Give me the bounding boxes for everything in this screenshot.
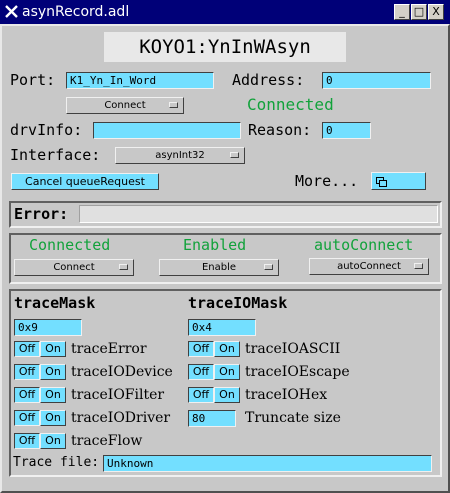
on-button[interactable]: On (40, 433, 66, 449)
trace-error-toggle[interactable]: Off On (14, 341, 66, 357)
maximize-button[interactable]: □ (411, 4, 427, 20)
trace-io-hex-label: traceIOHex (245, 387, 328, 403)
trace-io-device-label: traceIODevice (71, 364, 173, 380)
autoconnect-status: autoConnect (314, 236, 414, 254)
more-button[interactable] (371, 172, 426, 190)
enabled-status: Enabled (183, 236, 247, 254)
menu-grip-icon (169, 102, 178, 108)
more-label: More... (295, 172, 359, 190)
trace-io-escape-label: traceIOEscape (245, 364, 350, 380)
interface-menu-value: asynInt32 (155, 150, 205, 161)
connect-menu-value: Connect (104, 100, 146, 111)
connect-control-value: Connect (53, 262, 95, 273)
window-title: asynRecord.adl (22, 4, 130, 20)
cancel-queue-request-button[interactable]: Cancel queueRequest (11, 173, 159, 190)
trace-io-driver-toggle[interactable]: Off On (14, 410, 66, 426)
record-name: KOYO1:YnInWAsyn (104, 32, 346, 62)
trace-io-device-toggle[interactable]: Off On (14, 364, 66, 380)
connect-menu[interactable]: Connect (66, 97, 184, 114)
on-button[interactable]: On (40, 410, 66, 426)
truncate-size-field[interactable]: 80 (188, 410, 236, 427)
trace-flow-label: traceFlow (71, 433, 143, 449)
trace-io-mask-field[interactable]: 0x4 (188, 319, 256, 336)
error-label: Error: (14, 205, 69, 223)
off-button[interactable]: Off (14, 387, 40, 403)
connected-status: Connected (29, 236, 111, 254)
close-button[interactable]: X (428, 4, 444, 20)
trace-io-filter-label: traceIOFilter (71, 387, 165, 403)
on-button[interactable]: On (40, 364, 66, 380)
port-label: Port: (10, 71, 56, 89)
menu-grip-icon (264, 264, 273, 270)
related-display-icon (376, 176, 387, 187)
trace-flow-toggle[interactable]: Off On (14, 433, 66, 449)
off-button[interactable]: Off (14, 410, 40, 426)
off-button[interactable]: Off (188, 341, 214, 357)
trace-mask-label: traceMask (14, 294, 96, 312)
port-field[interactable]: K1_Yn_In_Word (66, 72, 214, 89)
enable-control-value: Enable (201, 262, 237, 273)
trace-file-field[interactable]: Unknown (103, 455, 432, 472)
trace-error-label: traceError (71, 341, 147, 357)
on-button[interactable]: On (214, 387, 240, 403)
reason-label: Reason: (248, 121, 312, 139)
off-button[interactable]: Off (188, 364, 214, 380)
app-x-icon[interactable] (4, 4, 19, 19)
on-button[interactable]: On (40, 387, 66, 403)
trace-mask-field[interactable]: 0x9 (14, 319, 82, 336)
address-field[interactable]: 0 (322, 72, 431, 89)
trace-io-ascii-toggle[interactable]: Off On (188, 341, 240, 357)
menu-grip-icon (230, 152, 239, 158)
connection-status: Connected (247, 95, 334, 114)
off-button[interactable]: Off (14, 433, 40, 449)
drvinfo-label: drvInfo: (10, 121, 83, 139)
on-button[interactable]: On (214, 364, 240, 380)
autoconnect-control-value: autoConnect (337, 261, 401, 272)
off-button[interactable]: Off (188, 387, 214, 403)
trace-io-escape-toggle[interactable]: Off On (188, 364, 240, 380)
interface-label: Interface: (10, 146, 101, 164)
trace-io-mask-label: traceIOMask (188, 294, 288, 312)
connect-control-menu[interactable]: Connect (14, 259, 134, 276)
enable-control-menu[interactable]: Enable (159, 259, 279, 276)
off-button[interactable]: Off (14, 341, 40, 357)
trace-io-hex-toggle[interactable]: Off On (188, 387, 240, 403)
trace-file-label: Trace file: (13, 455, 100, 470)
trace-io-filter-toggle[interactable]: Off On (14, 387, 66, 403)
drvinfo-field[interactable] (93, 122, 241, 139)
on-button[interactable]: On (40, 341, 66, 357)
address-label: Address: (232, 71, 305, 89)
error-field (79, 205, 438, 223)
menu-grip-icon (414, 263, 423, 269)
trace-io-driver-label: traceIODriver (71, 410, 171, 426)
autoconnect-control-menu[interactable]: autoConnect (309, 258, 429, 275)
menu-grip-icon (119, 264, 128, 270)
interface-menu[interactable]: asynInt32 (115, 147, 245, 164)
on-button[interactable]: On (214, 341, 240, 357)
truncate-size-label: Truncate size (245, 410, 341, 426)
minimize-button[interactable]: _ (394, 4, 410, 20)
trace-io-ascii-label: traceIOASCII (245, 341, 341, 357)
reason-field[interactable]: 0 (322, 122, 371, 139)
off-button[interactable]: Off (14, 364, 40, 380)
